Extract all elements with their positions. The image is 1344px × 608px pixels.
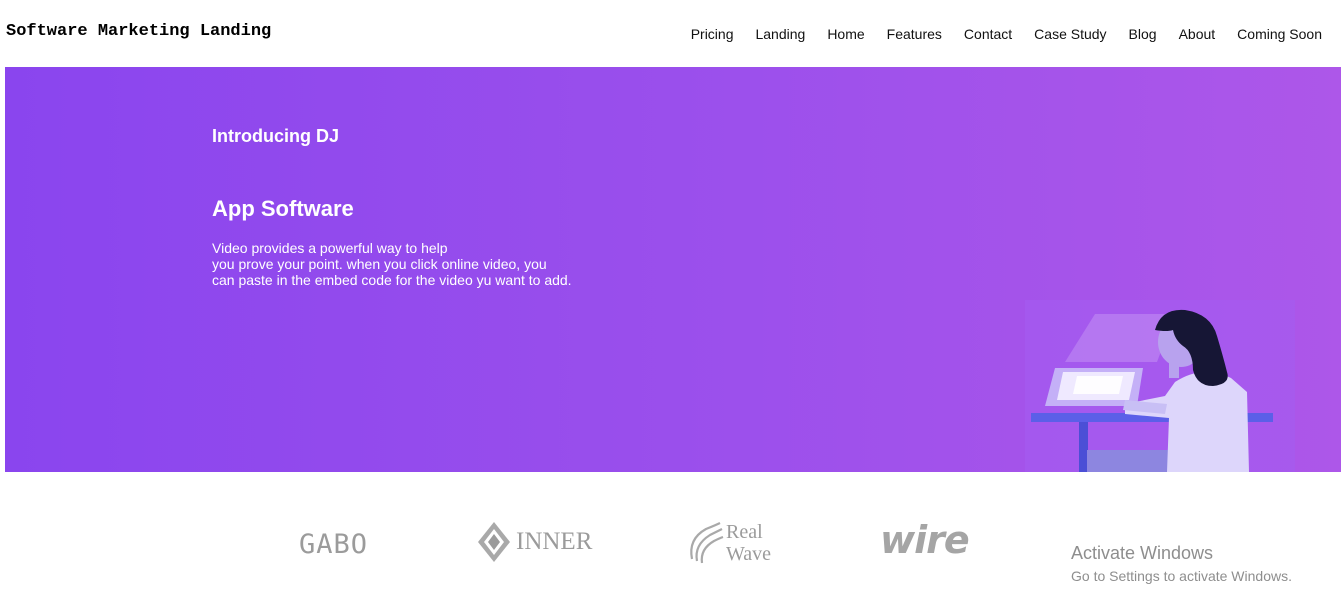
main-nav: Pricing Landing Home Features Contact Ca…	[669, 26, 1322, 42]
nav-case-study[interactable]: Case Study	[1034, 26, 1106, 42]
hero-description-line: Video provides a powerful way to help	[212, 240, 448, 256]
logo-inner-text: INNER	[516, 528, 593, 555]
activate-windows-watermark: Activate Windows Go to Settings to activ…	[1071, 543, 1292, 584]
hero-section: Introducing DJ App Software Video provid…	[5, 67, 1341, 472]
hero-intro: Introducing DJ	[212, 126, 339, 146]
nav-pricing[interactable]: Pricing	[691, 26, 734, 42]
diamond-icon	[478, 522, 510, 562]
woman-at-laptop-illustration	[1025, 300, 1295, 472]
logo-real-word: Real	[726, 521, 763, 543]
nav-about[interactable]: About	[1179, 26, 1216, 42]
nav-blog[interactable]: Blog	[1129, 26, 1157, 42]
hero-description-line: you prove your point. when you click onl…	[212, 256, 547, 272]
logo-inner: INNER	[476, 520, 592, 564]
logo-real-wave: Real Wave	[686, 519, 771, 567]
nav-home[interactable]: Home	[827, 26, 864, 42]
hero-description: Video provides a powerful way to help yo…	[212, 240, 592, 288]
nav-contact[interactable]: Contact	[964, 26, 1012, 42]
logo-real-wave-text: Real Wave	[726, 521, 771, 565]
nav-landing[interactable]: Landing	[755, 26, 805, 42]
logo-wire: wire	[880, 518, 970, 562]
brand-title[interactable]: Software Marketing Landing	[6, 22, 271, 41]
hero-title: App Software	[212, 196, 354, 221]
watermark-subtitle: Go to Settings to activate Windows.	[1071, 568, 1292, 584]
site-header: Software Marketing Landing Pricing Landi…	[0, 0, 1344, 67]
hero-description-line: can paste in the embed code for the vide…	[212, 272, 572, 288]
nav-features[interactable]: Features	[887, 26, 942, 42]
nav-coming-soon[interactable]: Coming Soon	[1237, 26, 1322, 42]
wave-icon	[690, 522, 724, 564]
logo-gabo: GABO	[299, 529, 369, 560]
client-logos: GABO INNER Real Wave wire	[0, 472, 1344, 608]
watermark-title: Activate Windows	[1071, 543, 1214, 563]
logo-wave-word: Wave	[726, 543, 772, 565]
